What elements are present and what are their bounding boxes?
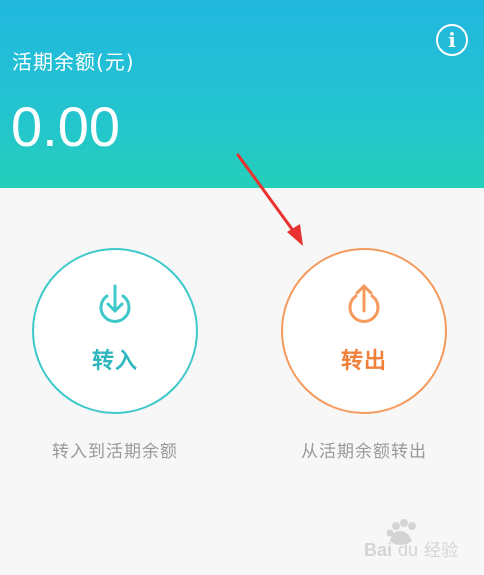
svg-text:经验: 经验 [424, 541, 458, 561]
balance-page: 活期余额(元) 0.00 i 转入 转出 转入到活期余额 从活期余额转出 Bai… [0, 0, 484, 575]
transfer-out-caption: 从活期余额转出 [301, 442, 427, 462]
upload-circle-icon [348, 284, 380, 323]
svg-text:du: du [398, 540, 418, 560]
balance-amount: 0.00 [11, 95, 120, 158]
transfer-in-caption: 转入到活期余额 [52, 442, 178, 462]
transfer-out-button[interactable]: 转出 [281, 248, 447, 414]
transfer-in-button[interactable]: 转入 [32, 248, 198, 414]
balance-label: 活期余额(元) [12, 50, 135, 74]
download-circle-icon [99, 284, 131, 323]
transfer-out-label: 转出 [340, 349, 387, 374]
baidu-watermark: Bai du 经验 [364, 519, 458, 561]
balance-header: 活期余额(元) 0.00 i [0, 0, 484, 188]
info-icon[interactable]: i [436, 24, 468, 56]
transfer-in-label: 转入 [91, 349, 138, 374]
svg-text:Bai: Bai [364, 540, 392, 560]
